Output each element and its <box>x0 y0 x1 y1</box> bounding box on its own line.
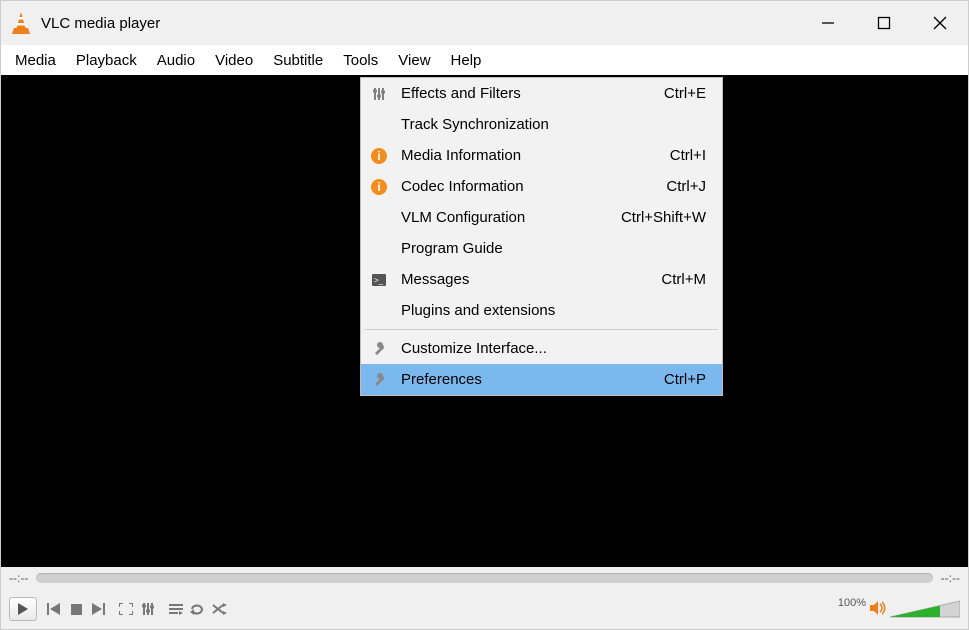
tools-effects[interactable]: Effects and Filters Ctrl+E <box>361 78 722 109</box>
speaker-icon[interactable] <box>870 601 886 618</box>
menu-playback[interactable]: Playback <box>66 49 147 72</box>
tools-plugins[interactable]: Plugins and extensions <box>361 295 722 326</box>
tools-codec-info[interactable]: i Codec Information Ctrl+J <box>361 171 722 202</box>
tools-customize[interactable]: Customize Interface... <box>361 333 722 364</box>
info-icon: i <box>361 148 397 164</box>
seek-slider[interactable] <box>36 573 932 583</box>
title-bar: VLC media player <box>1 1 968 45</box>
previous-button[interactable] <box>43 598 65 620</box>
minimize-button[interactable] <box>800 1 856 45</box>
tools-guide[interactable]: Program Guide <box>361 233 722 264</box>
wrench-icon <box>361 342 397 356</box>
svg-text:>_: >_ <box>374 276 384 285</box>
playlist-button[interactable] <box>165 598 187 620</box>
menu-audio[interactable]: Audio <box>147 49 205 72</box>
menu-media[interactable]: Media <box>5 49 66 72</box>
wrench-icon <box>361 373 397 387</box>
stop-button[interactable] <box>65 598 87 620</box>
controls-bar: 100% <box>1 589 968 629</box>
app-title: VLC media player <box>41 15 160 32</box>
shuffle-button[interactable] <box>209 598 231 620</box>
close-button[interactable] <box>912 1 968 45</box>
tools-dropdown: Effects and Filters Ctrl+E Track Synchro… <box>360 77 723 396</box>
seek-bar: --:-- --:-- <box>1 567 968 589</box>
menu-help[interactable]: Help <box>441 49 492 72</box>
tools-sync[interactable]: Track Synchronization <box>361 109 722 140</box>
volume-slider[interactable] <box>890 599 960 619</box>
menu-tools[interactable]: Tools <box>333 49 388 72</box>
menu-separator <box>365 329 718 330</box>
fullscreen-button[interactable] <box>115 598 137 620</box>
tools-messages[interactable]: >_ Messages Ctrl+M <box>361 264 722 295</box>
menu-subtitle[interactable]: Subtitle <box>263 49 333 72</box>
time-elapsed[interactable]: --:-- <box>9 571 28 585</box>
menu-view[interactable]: View <box>388 49 440 72</box>
volume-percent: 100% <box>838 597 866 609</box>
tools-preferences[interactable]: Preferences Ctrl+P <box>361 364 722 395</box>
loop-button[interactable] <box>187 598 209 620</box>
info-icon: i <box>361 179 397 195</box>
ext-settings-button[interactable] <box>137 598 159 620</box>
tools-media-info[interactable]: i Media Information Ctrl+I <box>361 140 722 171</box>
next-button[interactable] <box>87 598 109 620</box>
menu-video[interactable]: Video <box>205 49 263 72</box>
play-button[interactable] <box>9 597 37 621</box>
terminal-icon: >_ <box>361 274 397 286</box>
time-remaining[interactable]: --:-- <box>941 571 960 585</box>
maximize-button[interactable] <box>856 1 912 45</box>
tools-vlm[interactable]: VLM Configuration Ctrl+Shift+W <box>361 202 722 233</box>
vlc-cone-icon <box>11 12 31 34</box>
menu-bar: Media Playback Audio Video Subtitle Tool… <box>1 45 968 75</box>
equalizer-icon <box>361 87 397 101</box>
